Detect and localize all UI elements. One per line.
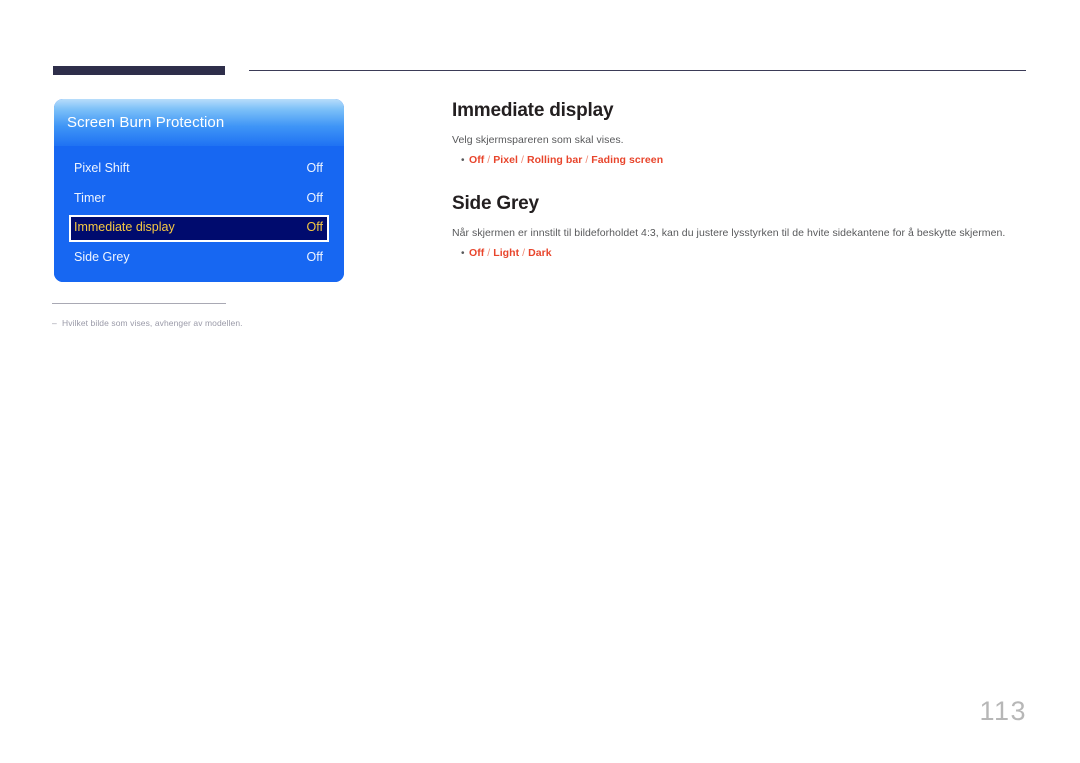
option-separator: /: [518, 154, 527, 166]
osd-row-value: Off: [306, 191, 323, 205]
osd-row-timer[interactable]: Timer Off: [70, 187, 328, 211]
option-separator: /: [484, 154, 494, 166]
option-value: Fading screen: [591, 154, 664, 166]
page-number: 113: [979, 696, 1027, 726]
osd-row-label: Timer: [74, 191, 106, 205]
osd-row-value: Off: [306, 161, 323, 175]
osd-row-label: Immediate display: [74, 220, 175, 234]
footnote-block: – Hvilket bilde som vises, avhenger av m…: [52, 303, 472, 329]
osd-menu-panel: Screen Burn Protection Pixel Shift Off T…: [54, 99, 344, 282]
footnote-dash-icon: –: [52, 318, 57, 328]
osd-menu-title: Screen Burn Protection: [67, 114, 225, 131]
options-bullet-row: • Off / Light / Dark: [452, 247, 1028, 260]
option-value: Off: [469, 154, 485, 166]
section-description: Når skjermen er innstilt til bildeforhol…: [452, 227, 1006, 239]
section-side-grey: Side Grey Når skjermen er innstilt til b…: [452, 193, 1028, 260]
option-list: Off / Pixel / Rolling bar / Fading scree…: [469, 154, 663, 167]
bullet-dot-icon: •: [461, 155, 465, 166]
osd-row-pixel-shift[interactable]: Pixel Shift Off: [70, 157, 328, 181]
option-separator: /: [519, 247, 529, 259]
option-list: Off / Light / Dark: [469, 247, 552, 260]
footnote-text: Hvilket bilde som vises, avhenger av mod…: [62, 318, 243, 328]
section-immediate-display: Immediate display Velg skjermspareren so…: [452, 100, 1028, 167]
osd-row-label: Side Grey: [74, 250, 130, 264]
option-value: Pixel: [493, 154, 519, 166]
header-divider-line: [249, 70, 1026, 71]
header-accent-bar: [53, 66, 225, 75]
page-header-decoration: [0, 0, 1080, 90]
section-heading: Side Grey: [452, 193, 539, 214]
osd-row-value: Off: [306, 220, 323, 234]
option-separator: /: [484, 247, 494, 259]
section-heading: Immediate display: [452, 100, 614, 121]
osd-row-label: Pixel Shift: [74, 161, 130, 175]
osd-menu-header: Screen Burn Protection: [54, 99, 344, 146]
option-value: Light: [493, 247, 520, 259]
section-description: Velg skjermspareren som skal vises.: [452, 134, 624, 146]
footnote-row: – Hvilket bilde som vises, avhenger av m…: [52, 317, 472, 329]
option-separator: /: [582, 154, 592, 166]
options-bullet-row: • Off / Pixel / Rolling bar / Fading scr…: [452, 154, 1028, 167]
osd-row-side-grey[interactable]: Side Grey Off: [70, 246, 328, 270]
option-value: Rolling bar: [526, 154, 583, 166]
bullet-dot-icon: •: [461, 248, 465, 259]
osd-menu-body: Pixel Shift Off Timer Off Immediate disp…: [54, 146, 344, 282]
content-column: Immediate display Velg skjermspareren so…: [452, 100, 1028, 260]
option-value: Dark: [528, 247, 552, 259]
osd-row-value: Off: [306, 250, 323, 264]
option-value: Off: [469, 247, 485, 259]
footnote-divider: [52, 303, 226, 304]
osd-row-immediate-display[interactable]: Immediate display Off: [69, 215, 329, 242]
